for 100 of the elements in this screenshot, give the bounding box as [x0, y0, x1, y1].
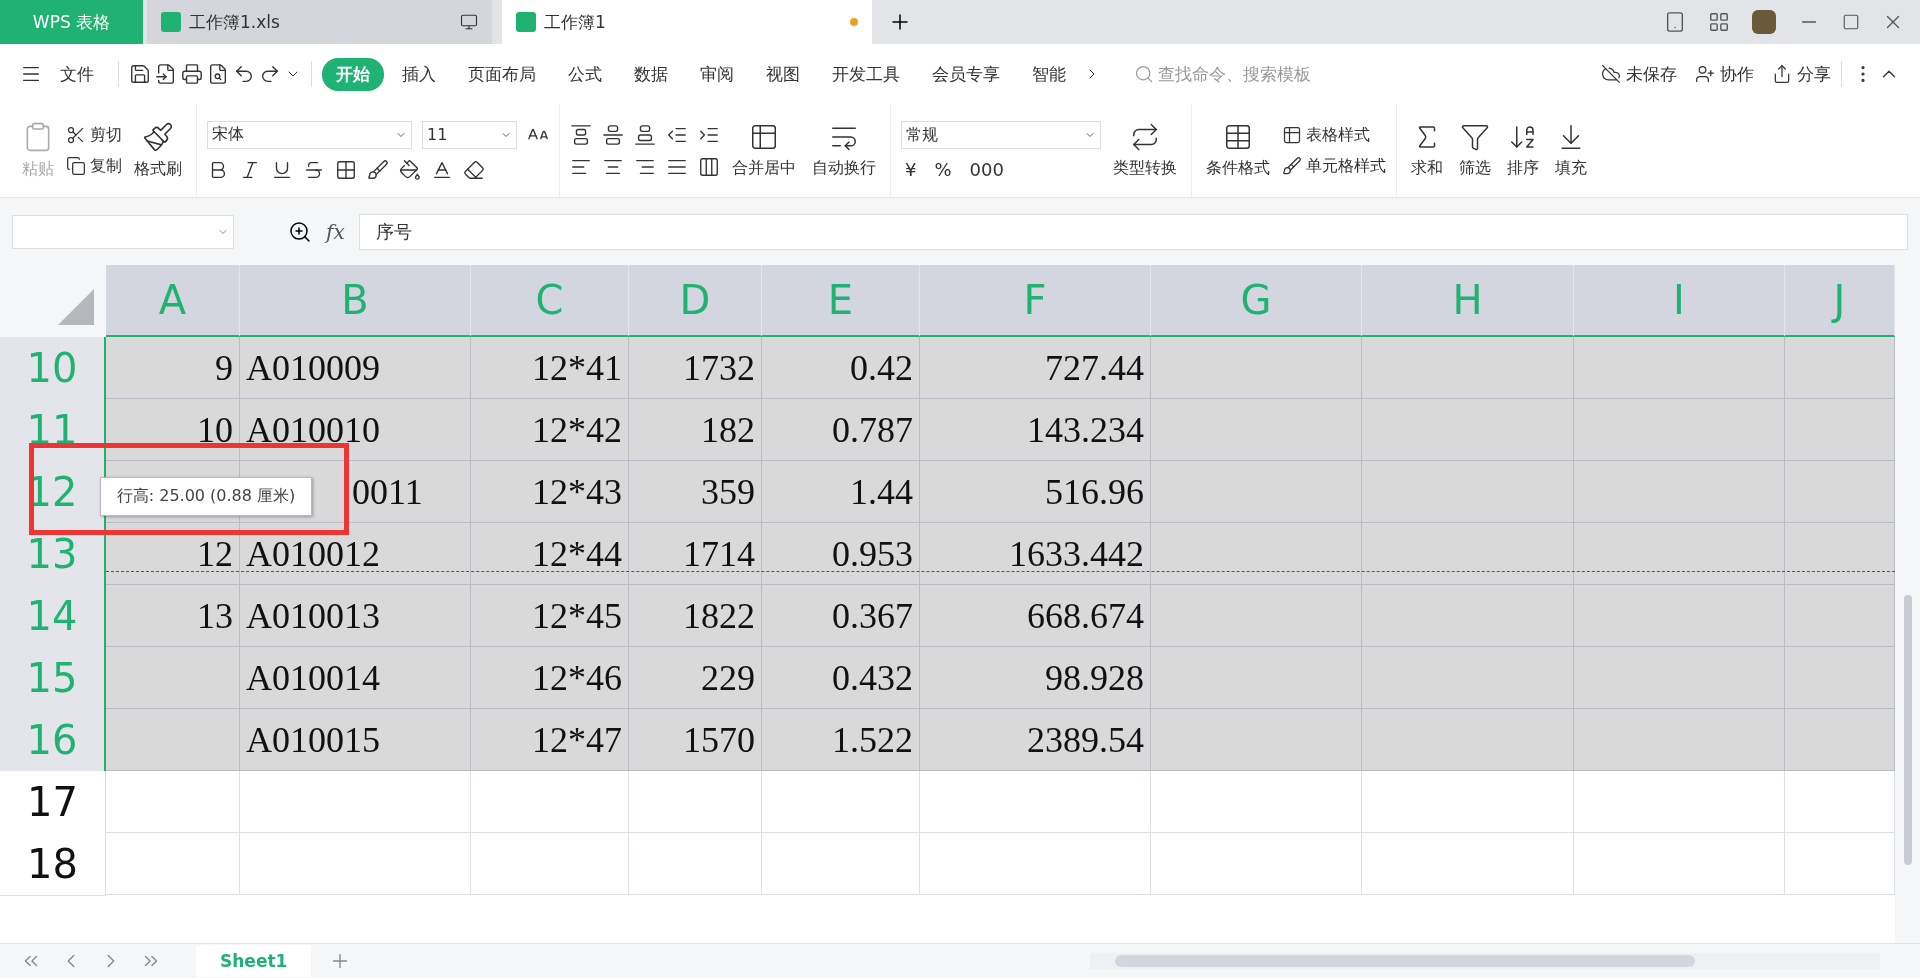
copy-button[interactable]: 复制 — [66, 155, 122, 177]
table-cell: 12*45 — [471, 585, 629, 647]
format-painter-button[interactable]: 格式刷 — [130, 121, 186, 180]
number-format-select[interactable]: 常规 — [901, 121, 1101, 149]
table-cell: 182 — [629, 399, 762, 461]
table-cell: 0.787 — [762, 399, 920, 461]
table-icon — [1282, 125, 1302, 145]
currency-button[interactable]: ¥ — [901, 159, 921, 180]
formula-input[interactable]: 序号 — [358, 213, 1908, 250]
sort-button[interactable]: 排序 — [1503, 122, 1543, 179]
table-cell: 229 — [629, 647, 762, 709]
merge-button[interactable]: 合并居中 — [728, 122, 800, 179]
ribbon-tab[interactable]: 公式 — [554, 57, 616, 91]
sum-button[interactable]: 求和 — [1407, 122, 1447, 179]
toolbar-action[interactable]: 未保存 — [1601, 62, 1677, 86]
table-cell: 143.234 — [920, 399, 1151, 461]
convert-icon — [1130, 122, 1160, 152]
table-cell: 12*41 — [471, 337, 629, 399]
table-cell: 1.44 — [762, 461, 920, 523]
table-cell: 0.367 — [762, 585, 920, 647]
table-cell: 0.432 — [762, 647, 920, 709]
ribbon-tab[interactable]: 页面布局 — [454, 57, 550, 91]
ribbon-tab[interactable]: 审阅 — [686, 57, 748, 91]
font-select[interactable]: 宋体 — [207, 120, 412, 149]
table-cell: 12*43 — [471, 461, 629, 523]
table-cell: 1822 — [629, 585, 762, 647]
undo-icon[interactable] — [233, 63, 255, 85]
table-cell: 10 — [106, 399, 240, 461]
fill-button[interactable]: 填充 — [1551, 122, 1591, 179]
table-cell: 98.928 — [920, 647, 1151, 709]
fill-color-icon[interactable] — [399, 158, 421, 181]
sheet-file-icon — [516, 12, 536, 32]
scrollbar-thumb[interactable] — [1115, 955, 1695, 967]
ribbon-tab[interactable]: 视图 — [752, 57, 814, 91]
table-cell: 1732 — [629, 337, 762, 399]
print-icon[interactable] — [181, 63, 203, 85]
document-tab[interactable]: 工作簿1.xls — [147, 0, 492, 44]
preview-icon[interactable] — [207, 63, 229, 85]
toolbar-action[interactable]: 分享 — [1772, 62, 1831, 86]
grid-icon[interactable] — [1708, 11, 1730, 33]
table-cell: A010015 — [240, 709, 471, 771]
table-cell: 1570 — [629, 709, 762, 771]
table-cell: 13 — [106, 585, 240, 647]
convert-button[interactable]: 类型转换 — [1109, 122, 1181, 179]
table-cell: A010010 — [240, 399, 471, 461]
redo-icon[interactable] — [259, 63, 281, 85]
save-icon[interactable] — [129, 63, 151, 85]
filter-button[interactable]: 筛选 — [1455, 122, 1495, 179]
thousands-button[interactable]: 000 — [965, 159, 1008, 180]
add-user-icon — [1695, 64, 1715, 84]
toolbar-action[interactable]: 协作 — [1695, 62, 1754, 86]
export-icon[interactable] — [155, 63, 177, 85]
align-top-icon[interactable] — [570, 123, 592, 146]
table-cell: 1633.442 — [920, 523, 1151, 585]
cell-style-button[interactable]: 单元格样式 — [1282, 155, 1386, 177]
table-style-button[interactable]: 表格样式 — [1282, 124, 1386, 146]
conditional-format-button[interactable]: 条件格式 — [1202, 122, 1274, 179]
sheet-file-icon — [161, 12, 181, 32]
table-cell: 516.96 — [920, 461, 1151, 523]
table-cell: 12*47 — [471, 709, 629, 771]
ribbon-tab[interactable]: 插入 — [388, 57, 450, 91]
wrap-text-button[interactable]: 自动换行 — [808, 122, 880, 179]
table-cell: A010009 — [240, 337, 471, 399]
ribbon-tab[interactable]: 会员专享 — [918, 57, 1014, 91]
table-cell: 1714 — [629, 523, 762, 585]
table-cell: A010012 — [240, 523, 471, 585]
search-icon — [1134, 64, 1154, 84]
brush-icon[interactable] — [367, 158, 389, 181]
restore-icon[interactable] — [1842, 13, 1860, 31]
brush-icon — [1282, 156, 1302, 176]
table-cell: 359 — [629, 461, 762, 523]
ribbon-tab[interactable]: 数据 — [620, 57, 682, 91]
align-middle-icon[interactable] — [602, 123, 624, 146]
font-size-select[interactable]: 11 — [422, 120, 517, 149]
file-menu[interactable]: 文件 — [46, 57, 108, 91]
avatar[interactable] — [1752, 10, 1776, 34]
ribbon-tab[interactable]: 智能 — [1018, 57, 1080, 91]
zoom-icon[interactable] — [288, 219, 312, 244]
border-icon[interactable] — [335, 158, 357, 181]
align-bottom-icon[interactable] — [634, 123, 656, 146]
monitor-icon[interactable] — [460, 13, 478, 31]
paintbrush-icon — [142, 121, 174, 153]
ribbon-tab[interactable]: 开发工具 — [818, 57, 914, 91]
eraser-icon[interactable] — [463, 158, 485, 181]
table-cell: 12 — [106, 523, 240, 585]
table-cell: 0.42 — [762, 337, 920, 399]
percent-button[interactable]: % — [930, 159, 956, 180]
scissors-icon — [66, 125, 86, 145]
distribute-icon[interactable] — [698, 155, 720, 178]
unsaved-dot — [850, 18, 858, 26]
table-cell: 2389.54 — [920, 709, 1151, 771]
tablet-icon[interactable] — [1664, 11, 1686, 33]
cut-button[interactable]: 剪切 — [66, 124, 122, 146]
filter-icon — [1460, 122, 1490, 152]
scrollbar-thumb[interactable] — [1903, 595, 1912, 865]
share-icon — [1772, 64, 1792, 84]
cloud-icon — [1601, 64, 1621, 84]
table-cell: 1.522 — [762, 709, 920, 771]
table-cell: A010014 — [240, 647, 471, 709]
document-tab[interactable]: 工作簿1 — [502, 0, 872, 44]
